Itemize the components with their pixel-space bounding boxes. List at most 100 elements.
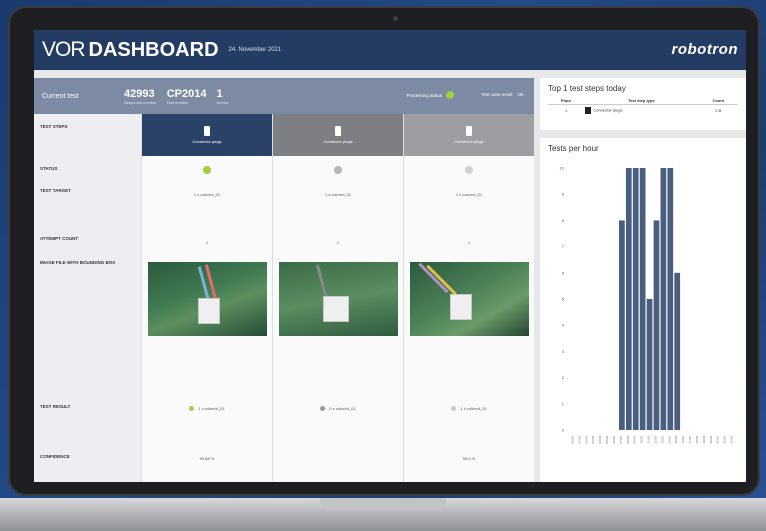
label-confidence: CONFIDENCE: [40, 454, 70, 459]
x-tick-label: 17:00: [688, 436, 692, 444]
step-name: Connector plugs: [454, 139, 484, 144]
step-header[interactable]: Connector plugs: [404, 114, 534, 156]
test-target: 1 x colored_01: [324, 192, 352, 197]
y-tick-label: 3: [562, 349, 565, 354]
connector-plug-icon: [466, 126, 472, 136]
inspection-image[interactable]: [148, 262, 267, 336]
inspection-image[interactable]: [279, 262, 398, 336]
test-result: 1 x colored_01: [142, 406, 272, 412]
y-tick-label: 9: [562, 192, 565, 197]
camera: [393, 16, 398, 21]
step-name: Connector plugs: [192, 139, 222, 144]
y-tick-label: 4: [562, 323, 565, 328]
step-header[interactable]: Connector plugs: [273, 114, 403, 156]
y-tick-label: 8: [562, 218, 565, 223]
processing-status: Processing status: [406, 91, 454, 99]
test-result: 1 x colored_01: [404, 406, 534, 412]
result-dot: [451, 406, 457, 412]
status-cell: [404, 166, 534, 174]
attempt-count: 1: [205, 240, 209, 245]
current-test-bar: Current test 42993 Sequence number CP201…: [34, 78, 534, 114]
x-tick-label: 14:00: [667, 436, 671, 444]
test-result: 0 x colored_01: [273, 406, 403, 412]
test-result-text: 1 x colored_01: [198, 406, 225, 411]
step-type-text: Connector plugs: [593, 107, 623, 113]
part-number: CP2014: [166, 87, 207, 100]
bar[interactable]: [674, 272, 681, 430]
bar[interactable]: [646, 299, 653, 430]
brand-logo: robotron: [671, 41, 738, 58]
header-date: 24. November 2021: [228, 47, 282, 53]
test-result-text: 1 x colored_01: [460, 406, 487, 411]
connector-plug-icon: [585, 107, 592, 114]
y-tick-label: 6: [562, 270, 565, 275]
sequence-block: 42993 Sequence number: [124, 88, 157, 105]
bar[interactable]: [632, 168, 639, 430]
x-tick-label: 06:00: [612, 436, 616, 444]
x-tick-label: 15:00: [674, 436, 678, 444]
y-tick-label: 2: [562, 375, 565, 380]
connector-plug-icon: [204, 126, 210, 136]
confidence: 99,6 %: [462, 456, 476, 461]
test-case-result-label: Test case result: [481, 92, 513, 97]
x-tick-label: 05:00: [605, 436, 609, 444]
x-tick-label: 07:00: [619, 436, 623, 444]
test-target: 1 x colored_01: [193, 192, 221, 197]
step-header[interactable]: Connector plugs: [142, 114, 272, 156]
x-tick-label: 18:00: [695, 436, 699, 444]
table-row: 1 Connector plugs 2 B: [548, 105, 738, 117]
processing-status-label: Processing status: [406, 92, 442, 98]
device-number: 1: [216, 87, 223, 100]
y-tick-label: 1: [562, 401, 565, 406]
status-dot: [334, 166, 342, 174]
x-tick-label: 23:00: [730, 436, 734, 444]
x-tick-label: 21:00: [716, 436, 720, 444]
bar[interactable]: [667, 168, 674, 430]
x-tick-label: 13:00: [660, 436, 664, 444]
x-tick-label: 09:00: [633, 436, 637, 444]
top-steps-title: Top 1 test steps today: [548, 84, 626, 93]
test-case-result: Test case result OK: [481, 92, 524, 97]
app-header: VOR DASHBOARD 24. November 2021 robotron: [34, 30, 746, 70]
status-cell: [142, 166, 272, 174]
test-case-result-value: OK: [517, 92, 524, 97]
y-tick-label: 0: [562, 428, 565, 433]
label-test-target: TEST TARGET: [40, 188, 71, 193]
logo-vor: VOR: [42, 38, 86, 61]
bar[interactable]: [639, 168, 646, 430]
tests-per-hour-panel: Tests per hour 0 1 2 3 4 5 6 7 8 9 10 00:00 01:00 02:…: [540, 138, 746, 482]
x-tick-label: 19:00: [702, 436, 706, 444]
confidence: 99,88 %: [199, 456, 215, 461]
table-header: Test step type: [584, 97, 699, 105]
label-test-result: TEST RESULT: [40, 404, 71, 409]
top-steps-panel: Top 1 test steps today Place Test step t…: [540, 78, 746, 130]
status-dot: [465, 166, 473, 174]
bar[interactable]: [625, 168, 632, 430]
step-type-cell: Connector plugs: [584, 105, 698, 117]
y-tick-label: 7: [562, 244, 565, 249]
attempt-count: 1: [467, 240, 471, 245]
step-column[interactable]: Connector plugs 1 x colored_01 1 1 x col…: [141, 114, 272, 482]
tests-per-hour-title: Tests per hour: [548, 144, 599, 153]
bar[interactable]: [653, 220, 660, 430]
row-labels: TEST STEPS STATUS TEST TARGET ATTEMPT CO…: [34, 114, 141, 482]
wire: [418, 262, 449, 294]
x-tick-label: 16:00: [681, 436, 685, 444]
test-result-text: 0 x colored_01: [329, 406, 356, 411]
step-column[interactable]: Connector plugs 1 x colored_01 1 1 x col…: [403, 114, 534, 482]
bar[interactable]: [619, 220, 625, 430]
x-tick-label: 02:00: [584, 436, 588, 444]
dashboard-screen: VOR DASHBOARD 24. November 2021 robotron…: [34, 30, 746, 482]
connector: [323, 296, 349, 322]
part-block: CP2014 Part number: [167, 88, 207, 105]
result-dot: [189, 406, 195, 412]
x-tick-label: 10:00: [640, 436, 644, 444]
device-label: Device: [216, 99, 229, 105]
step-columns: Connector plugs 1 x colored_01 1 1 x col…: [141, 114, 534, 482]
step-column[interactable]: Connector plugs 1 x colored_01 1 0 x col…: [272, 114, 403, 482]
label-test-steps: TEST STEPS: [40, 124, 68, 129]
bar[interactable]: [660, 168, 667, 430]
x-tick-label: 04:00: [598, 436, 602, 444]
inspection-image[interactable]: [410, 262, 529, 336]
y-tick-label: 5: [562, 297, 565, 302]
